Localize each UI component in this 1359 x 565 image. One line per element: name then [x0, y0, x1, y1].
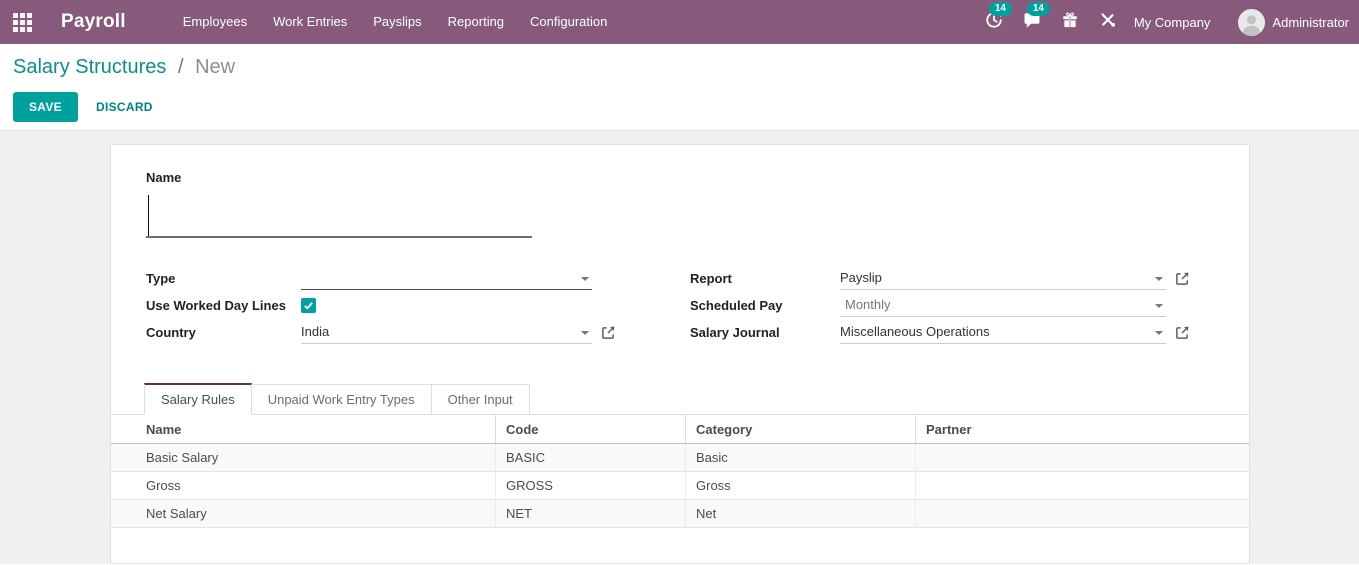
- column-header-partner[interactable]: Partner: [916, 415, 1249, 443]
- chevron-down-icon: [581, 331, 589, 335]
- main-nav: Employees Work Entries Payslips Reportin…: [170, 0, 621, 44]
- tab-unpaid-work-entry-types[interactable]: Unpaid Work Entry Types: [251, 384, 432, 414]
- external-link-icon: [1176, 326, 1189, 339]
- salary-journal-field-row: Salary Journal Miscellaneous Operations: [690, 319, 1199, 346]
- country-field-row: Country India: [146, 319, 625, 346]
- nav-reporting[interactable]: Reporting: [435, 0, 517, 44]
- chevron-down-icon: [581, 277, 589, 281]
- user-menu[interactable]: Administrator: [1238, 8, 1349, 36]
- cell-code: NET: [496, 500, 686, 527]
- table-row[interactable]: Net Salary NET Net: [111, 500, 1249, 528]
- country-select[interactable]: India: [301, 321, 592, 344]
- user-name: Administrator: [1272, 14, 1349, 30]
- company-switcher[interactable]: My Company: [1134, 15, 1211, 30]
- cell-code: GROSS: [496, 472, 686, 499]
- report-value: Payslip: [840, 270, 882, 285]
- nav-work-entries[interactable]: Work Entries: [260, 0, 360, 44]
- chevron-down-icon: [1155, 304, 1163, 308]
- column-header-name[interactable]: Name: [111, 415, 496, 443]
- cell-name: Basic Salary: [111, 444, 496, 471]
- table-row[interactable]: Basic Salary BASIC Basic: [111, 444, 1249, 472]
- cell-partner: [916, 472, 1249, 499]
- rewards-button[interactable]: [1051, 11, 1089, 34]
- text-cursor: [148, 195, 149, 236]
- nav-employees[interactable]: Employees: [170, 0, 260, 44]
- cell-category: Basic: [686, 444, 916, 471]
- nav-configuration[interactable]: Configuration: [517, 0, 620, 44]
- report-label: Report: [690, 271, 732, 286]
- gift-icon: [1061, 11, 1079, 34]
- column-header-category[interactable]: Category: [686, 415, 916, 443]
- table-header-row: Name Code Category Partner: [111, 415, 1249, 444]
- payroll-app-window: Payroll Employees Work Entries Payslips …: [0, 0, 1359, 565]
- tools-button[interactable]: [1089, 11, 1126, 33]
- cell-code: BASIC: [496, 444, 686, 471]
- breadcrumb-current: New: [195, 56, 236, 78]
- table-row[interactable]: Gross GROSS Gross: [111, 472, 1249, 500]
- activities-button[interactable]: 14: [975, 1, 1013, 34]
- tab-salary-rules[interactable]: Salary Rules: [144, 383, 252, 415]
- external-link-icon: [602, 326, 615, 339]
- type-label: Type: [146, 271, 176, 286]
- tab-other-input[interactable]: Other Input: [431, 384, 530, 414]
- checkmark-icon: [304, 302, 313, 310]
- scheduled-pay-select[interactable]: Monthly: [840, 294, 1166, 317]
- scheduled-pay-label: Scheduled Pay: [690, 298, 783, 313]
- salary-journal-select[interactable]: Miscellaneous Operations: [840, 321, 1166, 344]
- discard-button[interactable]: DISCARD: [96, 100, 153, 114]
- scheduled-pay-field-row: Scheduled Pay Monthly: [690, 292, 1199, 319]
- cell-partner: [916, 500, 1249, 527]
- column-header-code[interactable]: Code: [496, 415, 686, 443]
- control-panel-buttons: SAVE DISCARD: [13, 92, 1359, 122]
- tools-icon: [1099, 11, 1116, 33]
- scheduled-pay-value: Monthly: [845, 297, 891, 312]
- type-select[interactable]: [301, 267, 592, 290]
- chevron-down-icon: [1155, 331, 1163, 335]
- messages-button[interactable]: 14: [1013, 1, 1051, 34]
- control-panel: Salary Structures / New SAVE DISCARD: [0, 44, 1359, 131]
- salary-rules-table: Name Code Category Partner Basic Salary …: [111, 415, 1249, 528]
- report-field-row: Report Payslip: [690, 265, 1199, 292]
- field-column-left: Type Use Worked Day Lines Country India: [146, 265, 680, 346]
- cell-name: Net Salary: [111, 500, 496, 527]
- type-field-row: Type: [146, 265, 625, 292]
- field-column-right: Report Payslip Scheduled Pay Monthly Sal…: [680, 265, 1214, 346]
- salary-journal-value: Miscellaneous Operations: [840, 324, 990, 339]
- breadcrumb-separator: /: [177, 56, 184, 78]
- breadcrumb: Salary Structures / New: [13, 56, 1359, 79]
- cell-category: Gross: [686, 472, 916, 499]
- topbar: Payroll Employees Work Entries Payslips …: [0, 0, 1359, 44]
- app-name[interactable]: Payroll: [61, 11, 126, 33]
- name-input[interactable]: [146, 192, 532, 238]
- salary-journal-open-record-button[interactable]: [1175, 325, 1199, 340]
- report-open-record-button[interactable]: [1175, 271, 1199, 286]
- report-select[interactable]: Payslip: [840, 267, 1166, 290]
- user-avatar: [1238, 8, 1266, 36]
- save-button[interactable]: SAVE: [13, 92, 78, 122]
- use-worked-day-lines-row: Use Worked Day Lines: [146, 292, 625, 319]
- apps-menu-icon[interactable]: [13, 12, 32, 32]
- topbar-right: 14 14 My Company Administrator: [975, 1, 1349, 36]
- use-worked-day-lines-label: Use Worked Day Lines: [146, 298, 286, 313]
- activity-count-badge: 14: [988, 1, 1012, 16]
- use-worked-day-lines-checkbox[interactable]: [301, 298, 316, 313]
- name-label: Name: [146, 170, 182, 185]
- content-area: Name Type Use Worked Day Lines Country I…: [0, 131, 1359, 564]
- breadcrumb-parent[interactable]: Salary Structures: [13, 56, 166, 78]
- chevron-down-icon: [1155, 277, 1163, 281]
- country-label: Country: [146, 325, 196, 340]
- field-grid: Type Use Worked Day Lines Country India …: [111, 265, 1249, 346]
- country-open-record-button[interactable]: [601, 325, 625, 340]
- cell-partner: [916, 444, 1249, 471]
- cell-category: Net: [686, 500, 916, 527]
- cell-name: Gross: [111, 472, 496, 499]
- form-sheet: Name Type Use Worked Day Lines Country I…: [110, 144, 1250, 564]
- name-field-group: Name: [111, 145, 1249, 238]
- external-link-icon: [1176, 272, 1189, 285]
- notebook-tabs: Salary Rules Unpaid Work Entry Types Oth…: [111, 383, 1249, 415]
- country-value: India: [301, 324, 330, 339]
- nav-payslips[interactable]: Payslips: [360, 0, 434, 44]
- salary-journal-label: Salary Journal: [690, 325, 780, 340]
- message-count-badge: 14: [1026, 1, 1050, 16]
